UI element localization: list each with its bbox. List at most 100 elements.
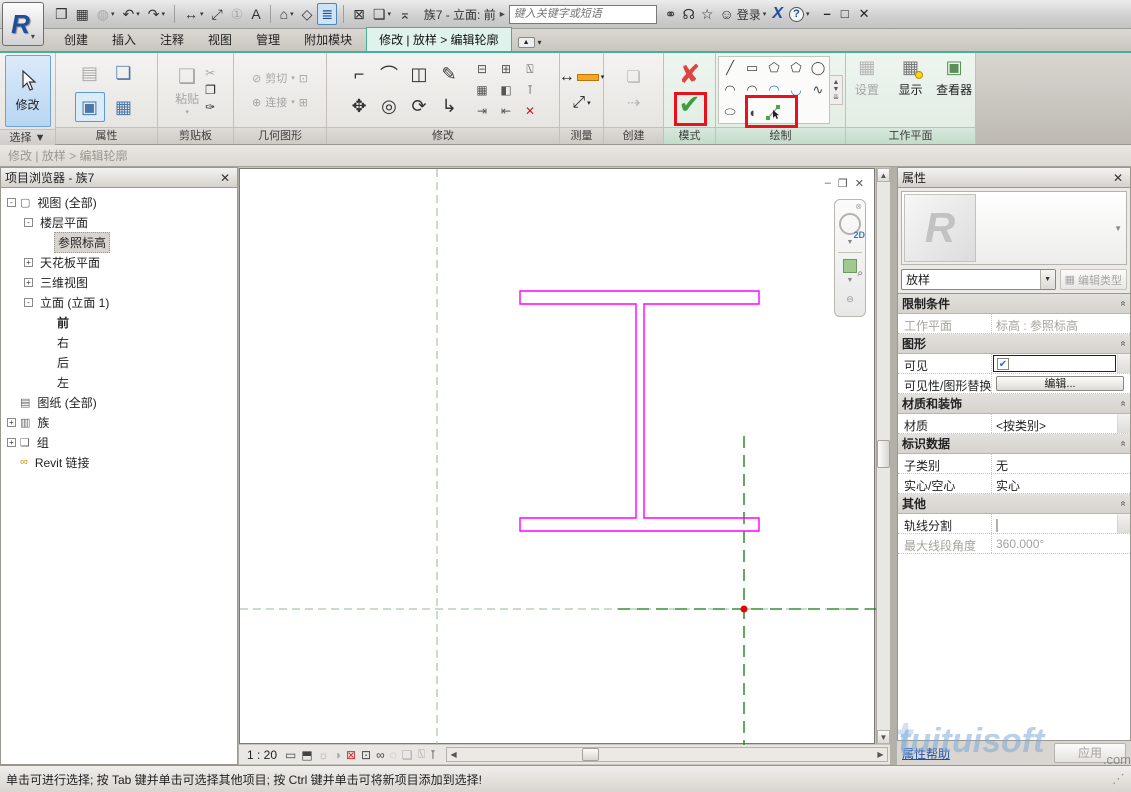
copy-tool[interactable]: ◎ bbox=[374, 90, 404, 122]
property-section-header[interactable]: 限制条件« bbox=[898, 294, 1130, 314]
pin-tool[interactable]: ⊺ bbox=[518, 80, 542, 101]
save-button[interactable]: ▦ bbox=[73, 3, 92, 25]
horizontal-scrollbar[interactable]: ◀ ▶ bbox=[446, 747, 888, 762]
create-group-tool[interactable]: ❏ bbox=[626, 67, 640, 87]
collapse-icon[interactable]: - bbox=[7, 198, 16, 207]
worksharing-display-button[interactable]: ⍂ bbox=[418, 747, 425, 762]
navbar-collapse-icon[interactable]: ⊖ bbox=[846, 294, 854, 305]
tab-3[interactable]: 注释 bbox=[148, 28, 196, 51]
property-value[interactable]: ✔ bbox=[992, 354, 1117, 373]
close-inactive-windows-button[interactable]: ⊠ bbox=[350, 3, 368, 25]
scroll-up-icon[interactable]: ▲ bbox=[877, 168, 890, 182]
create-similar-tool[interactable]: ⇢ bbox=[627, 93, 640, 113]
close-icon[interactable]: ✕ bbox=[1110, 171, 1126, 185]
reveal-constraints-button[interactable]: ⊺ bbox=[430, 748, 436, 762]
expand-icon[interactable]: + bbox=[24, 258, 33, 267]
measure-button[interactable]: ⤢ bbox=[209, 3, 226, 25]
zoom-region-button[interactable]: ⌕ bbox=[843, 259, 857, 273]
search-input[interactable] bbox=[509, 5, 657, 24]
navbar-close-icon[interactable]: ⊗ bbox=[855, 202, 862, 211]
app-minimize-button[interactable]: – bbox=[824, 6, 831, 22]
reveal-hidden-elements-button[interactable]: ◌ bbox=[390, 748, 397, 762]
trim-extend-single-tool[interactable]: ⇥ bbox=[470, 101, 494, 122]
tree-item[interactable]: +天花板平面 bbox=[1, 252, 237, 272]
offset-tool[interactable]: ⌒ bbox=[374, 58, 404, 90]
scrollbar-thumb[interactable] bbox=[877, 440, 890, 468]
unlocked-view-button[interactable]: ❏ bbox=[402, 748, 413, 762]
customize-qat-button[interactable]: ⌅ bbox=[396, 3, 414, 25]
trim-tool[interactable]: ✎ bbox=[434, 58, 464, 90]
family-category-icon[interactable]: ❏ bbox=[109, 58, 139, 88]
workshare-button[interactable]: ◍▾ bbox=[94, 3, 118, 25]
join-geometry-button[interactable]: ⊕ 连接 ▾ ⊞ bbox=[252, 94, 308, 110]
type-selector[interactable]: R ▼ bbox=[901, 191, 1127, 265]
view-restore-button[interactable]: ❐ bbox=[838, 177, 848, 190]
search-button[interactable]: ⚭ bbox=[665, 6, 677, 23]
tree-item[interactable]: +❏组 bbox=[1, 432, 237, 452]
tree-item[interactable]: -楼层平面 bbox=[1, 212, 237, 232]
copy-icon[interactable]: ❐ bbox=[205, 83, 216, 97]
tree-item[interactable]: 右 bbox=[1, 332, 237, 352]
vertical-scrollbar[interactable]: ▲ ▼ bbox=[876, 168, 890, 744]
split-element-tool[interactable]: ⊟ bbox=[470, 59, 494, 80]
split-tool[interactable]: ◫ bbox=[404, 58, 434, 90]
browse-button[interactable] bbox=[1117, 354, 1130, 373]
crop-view-button[interactable]: ⊠ bbox=[346, 748, 356, 762]
text-button[interactable]: A bbox=[248, 3, 263, 25]
scrollbar-thumb[interactable] bbox=[582, 748, 599, 761]
pane-splitter[interactable] bbox=[890, 167, 897, 765]
property-section-header[interactable]: 图形« bbox=[898, 334, 1130, 354]
temporary-hide-isolate-button[interactable]: ∞ bbox=[376, 748, 385, 762]
thin-lines-button[interactable]: ≣ bbox=[317, 3, 337, 25]
property-section-header[interactable]: 标识数据« bbox=[898, 434, 1130, 454]
undo-button[interactable]: ↶▾ bbox=[120, 3, 143, 25]
rotate-tool[interactable]: ⟳ bbox=[404, 90, 434, 122]
switch-windows-button[interactable]: ❏▾ bbox=[370, 3, 394, 25]
delete-tool[interactable]: ✕ bbox=[518, 101, 542, 122]
exchange-apps-button[interactable]: X bbox=[772, 5, 783, 23]
ribbon-collapse-button[interactable]: ▲ ▾ bbox=[518, 37, 542, 51]
sign-in-button[interactable]: ☺登录▾ bbox=[719, 6, 766, 23]
browse-button[interactable] bbox=[1117, 514, 1130, 533]
scale-tool[interactable]: ◧ bbox=[494, 80, 518, 101]
expand-icon[interactable]: + bbox=[7, 438, 16, 447]
tab-2[interactable]: 插入 bbox=[100, 28, 148, 51]
draw-line[interactable]: ╱ bbox=[719, 57, 741, 79]
application-menu-button[interactable]: R ▾ bbox=[2, 2, 44, 46]
open-button[interactable]: ❒ bbox=[52, 3, 71, 25]
contextual-tab[interactable]: 修改 | 放样 > 编辑轮廓 bbox=[366, 27, 511, 51]
trim-extend-corner-tool[interactable]: ↳ bbox=[434, 90, 464, 122]
expand-icon[interactable]: + bbox=[24, 278, 33, 287]
app-close-button[interactable]: ✕ bbox=[859, 6, 870, 22]
cut-icon[interactable]: ✂ bbox=[205, 66, 216, 80]
close-icon[interactable]: ✕ bbox=[217, 171, 233, 185]
favorites-button[interactable]: ☆ bbox=[701, 6, 714, 23]
tab-1[interactable]: 创建 bbox=[52, 28, 100, 51]
value-field[interactable]: ✔ bbox=[993, 355, 1116, 372]
cut-geometry-button[interactable]: ⊘ 剪切 ▾ ⊡ bbox=[252, 70, 308, 86]
draw-ellipse[interactable]: ⬭ bbox=[719, 101, 741, 123]
aligned-dimension-tool[interactable]: ⤢▾ bbox=[572, 94, 590, 112]
tree-item[interactable]: +▥族 bbox=[1, 412, 237, 432]
tree-item[interactable]: +三维视图 bbox=[1, 272, 237, 292]
trim-extend-multiple-tool[interactable]: ⇤ bbox=[494, 101, 518, 122]
workplane-viewer-button[interactable]: ▣ 查看器 bbox=[935, 57, 973, 98]
property-section-header[interactable]: 材质和装饰« bbox=[898, 394, 1130, 414]
show-crop-region-button[interactable]: ⊡ bbox=[361, 748, 371, 762]
draw-gallery-scrollbar[interactable]: ▲ ▼ ⇊ bbox=[830, 75, 843, 105]
split-with-gap-tool[interactable]: ⊞ bbox=[494, 59, 518, 80]
view-scale-button[interactable]: 1 : 20 bbox=[239, 748, 285, 762]
draw-spline[interactable]: ∿ bbox=[807, 79, 829, 101]
set-workplane-button[interactable]: ▦ 设置 bbox=[848, 57, 886, 98]
browse-button[interactable] bbox=[1117, 414, 1130, 433]
draw-polygon-inscribed[interactable]: ⬠ bbox=[763, 57, 785, 79]
panel-label-select[interactable]: 选择 ▼ bbox=[0, 129, 55, 146]
tree-item[interactable]: -▢视图 (全部) bbox=[1, 192, 237, 212]
view-canvas[interactable]: –❐✕ ⊗ 2D ▼ ⌕ ▼ ⊖ bbox=[239, 168, 875, 744]
property-section-header[interactable]: 其他« bbox=[898, 494, 1130, 514]
draw-circle[interactable]: ◯ bbox=[807, 57, 829, 79]
section-button[interactable]: ◇ bbox=[299, 3, 316, 25]
draw-arc-start-end-radius[interactable]: ◠ bbox=[719, 79, 741, 101]
family-types-icon[interactable]: ▤ bbox=[75, 58, 105, 88]
tab-4[interactable]: 视图 bbox=[196, 28, 244, 51]
